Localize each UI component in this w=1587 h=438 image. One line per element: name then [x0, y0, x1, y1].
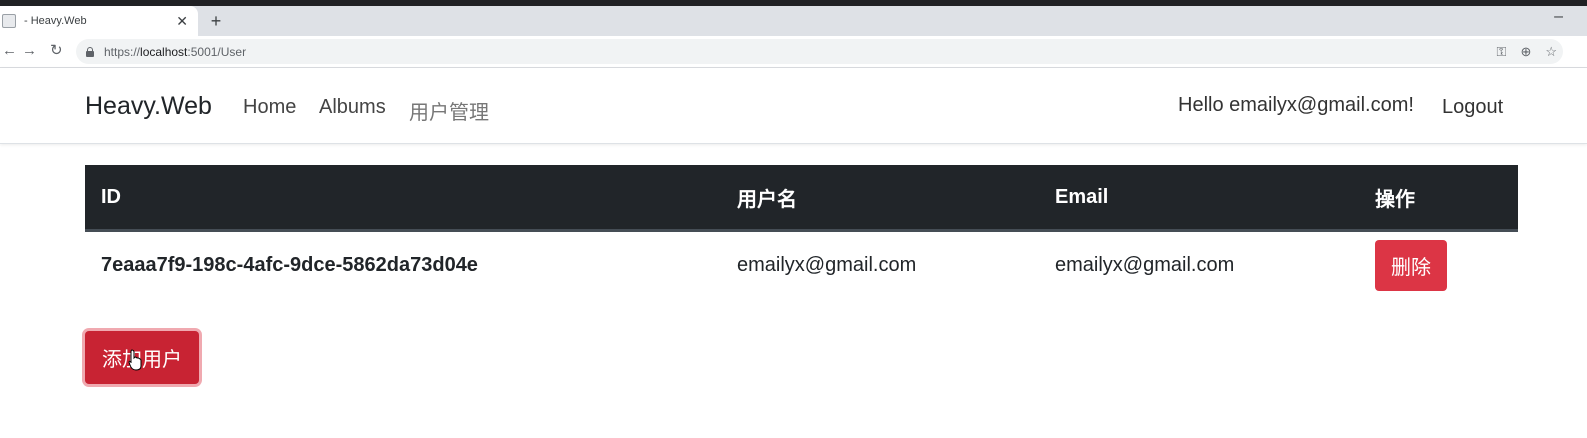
- header-username: 用户名: [721, 165, 1039, 232]
- favicon-icon: [2, 14, 16, 28]
- greeting-text: Hello emailyx@gmail.com!: [1178, 94, 1414, 116]
- back-icon[interactable]: ←: [2, 43, 17, 59]
- site-navbar: Heavy.Web Home Albums 用户管理 Hello emailyx…: [0, 68, 1587, 144]
- url-input[interactable]: https://localhost:5001/User ⚿ ⊕ ☆: [76, 39, 1563, 64]
- lock-icon: [86, 46, 94, 57]
- forward-icon[interactable]: →: [22, 43, 37, 59]
- address-bar: ← → ↻ https://localhost:5001/User ⚿ ⊕ ☆: [0, 36, 1587, 68]
- table-header-row: ID 用户名 Email 操作: [85, 165, 1518, 232]
- tab-strip: - Heavy.Web ✕ + –: [0, 6, 1587, 36]
- browser-tab[interactable]: - Heavy.Web ✕: [0, 6, 198, 36]
- close-tab-icon[interactable]: ✕: [176, 13, 188, 30]
- nav-link-user-management[interactable]: 用户管理: [409, 96, 489, 125]
- nav-link-home[interactable]: Home: [243, 96, 296, 119]
- new-tab-icon[interactable]: +: [206, 10, 226, 32]
- cell-username: emailyx@gmail.com: [737, 253, 917, 276]
- header-email: Email: [1039, 165, 1359, 232]
- header-id: ID: [85, 165, 721, 232]
- header-actions: 操作: [1359, 165, 1518, 232]
- logout-link[interactable]: Logout: [1442, 96, 1503, 119]
- cell-email: emailyx@gmail.com: [1055, 253, 1235, 276]
- brand-link[interactable]: Heavy.Web: [85, 92, 212, 121]
- nav-link-albums[interactable]: Albums: [319, 96, 386, 119]
- add-user-button[interactable]: 添加用户: [85, 331, 199, 384]
- delete-button[interactable]: 删除: [1375, 239, 1447, 291]
- users-table: ID 用户名 Email 操作 7eaaa7f9-198c-4afc-9dce-…: [85, 165, 1518, 298]
- cursor-icon: [128, 349, 142, 371]
- tab-title: - Heavy.Web: [24, 15, 87, 27]
- key-icon[interactable]: ⚿: [1497, 44, 1507, 60]
- zoom-icon[interactable]: ⊕: [1520, 44, 1531, 60]
- star-icon[interactable]: ☆: [1545, 44, 1557, 60]
- url-text: https://localhost:5001/User: [104, 44, 247, 59]
- minimize-icon[interactable]: –: [1554, 8, 1563, 26]
- cell-actions: 删除: [1359, 231, 1518, 299]
- cell-id: 7eaaa7f9-198c-4afc-9dce-5862da73d04e: [101, 253, 478, 276]
- table-row: 7eaaa7f9-198c-4afc-9dce-5862da73d04e ema…: [85, 231, 1518, 299]
- reload-icon[interactable]: ↻: [50, 43, 63, 59]
